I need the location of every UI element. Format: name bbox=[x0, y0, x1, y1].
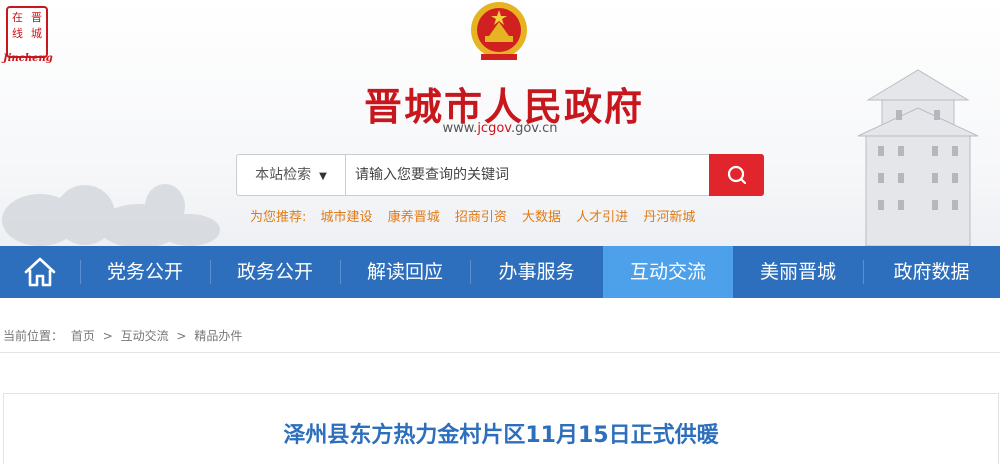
nav-item-services[interactable]: 办事服务 bbox=[470, 246, 603, 298]
url-suffix: .gov.cn bbox=[510, 121, 558, 136]
logo-char: 线 bbox=[12, 27, 23, 40]
logo-char: 晋 bbox=[31, 11, 42, 24]
recommend-label: 为您推荐: bbox=[250, 210, 307, 225]
trees-illustration bbox=[2, 184, 220, 246]
breadcrumb: 当前位置： 首页 > 互动交流 > 精品办件 bbox=[3, 327, 246, 344]
site-header: 在 晋 线 城 Jincheng 晋城市人民政府 www.jcgov.gov.c… bbox=[0, 0, 1000, 246]
tower-illustration bbox=[857, 69, 979, 246]
recommend-link[interactable]: 丹河新城 bbox=[643, 210, 695, 225]
logo-subtitle: Jincheng bbox=[3, 53, 53, 64]
recommend-links: 为您推荐: 城市建设 康养晋城 招商引资 大数据 人才引进 丹河新城 bbox=[250, 206, 706, 225]
nav-item-government-data[interactable]: 政府数据 bbox=[863, 246, 1000, 298]
breadcrumb-link-interaction[interactable]: 互动交流 bbox=[121, 329, 169, 343]
url-prefix: www. bbox=[442, 121, 478, 136]
logo-char: 在 bbox=[12, 11, 23, 24]
recommend-link[interactable]: 大数据 bbox=[522, 210, 561, 225]
breadcrumb-current[interactable]: 精品办件 bbox=[194, 329, 242, 343]
article-panel: 泽州县东方热力金村片区11月15日正式供暖 bbox=[3, 393, 999, 464]
breadcrumb-separator: > bbox=[102, 329, 113, 343]
breadcrumb-separator: > bbox=[176, 329, 187, 343]
divider bbox=[0, 352, 1000, 353]
recommend-link[interactable]: 城市建设 bbox=[321, 210, 373, 225]
nav-item-party-affairs[interactable]: 党务公开 bbox=[80, 246, 210, 298]
search-input[interactable] bbox=[355, 155, 695, 195]
nav-item-government-affairs[interactable]: 政务公开 bbox=[210, 246, 340, 298]
search-scope-select[interactable]: 本站检索 ▼ bbox=[237, 155, 346, 195]
url-domain: jcgov bbox=[477, 121, 511, 136]
breadcrumb-link-home[interactable]: 首页 bbox=[71, 329, 95, 343]
caret-down-icon: ▼ bbox=[319, 171, 327, 182]
search-bar: 本站检索 ▼ bbox=[236, 154, 764, 196]
recommend-link[interactable]: 康养晋城 bbox=[388, 210, 440, 225]
nav-home-button[interactable] bbox=[0, 246, 80, 298]
nav-item-beautiful-jincheng[interactable]: 美丽晋城 bbox=[733, 246, 863, 298]
home-icon bbox=[24, 257, 56, 287]
search-scope-label: 本站检索 bbox=[255, 167, 312, 183]
site-logo[interactable]: 在 晋 线 城 bbox=[6, 6, 48, 58]
national-emblem-icon bbox=[471, 2, 527, 60]
recommend-link[interactable]: 招商引资 bbox=[455, 210, 507, 225]
breadcrumb-label: 当前位置： bbox=[3, 329, 64, 343]
logo-char: 城 bbox=[31, 27, 42, 40]
search-button[interactable] bbox=[709, 154, 764, 196]
nav-item-interpretation[interactable]: 解读回应 bbox=[340, 246, 470, 298]
site-url[interactable]: www.jcgov.gov.cn bbox=[420, 121, 580, 136]
article-title: 泽州县东方热力金村片区11月15日正式供暖 bbox=[283, 423, 719, 448]
nav-item-interaction[interactable]: 互动交流 bbox=[603, 246, 733, 298]
search-icon bbox=[727, 165, 746, 185]
recommend-link[interactable]: 人才引进 bbox=[576, 210, 628, 225]
main-nav: 党务公开 政务公开 解读回应 办事服务 互动交流 美丽晋城 政府数据 bbox=[0, 246, 1000, 298]
